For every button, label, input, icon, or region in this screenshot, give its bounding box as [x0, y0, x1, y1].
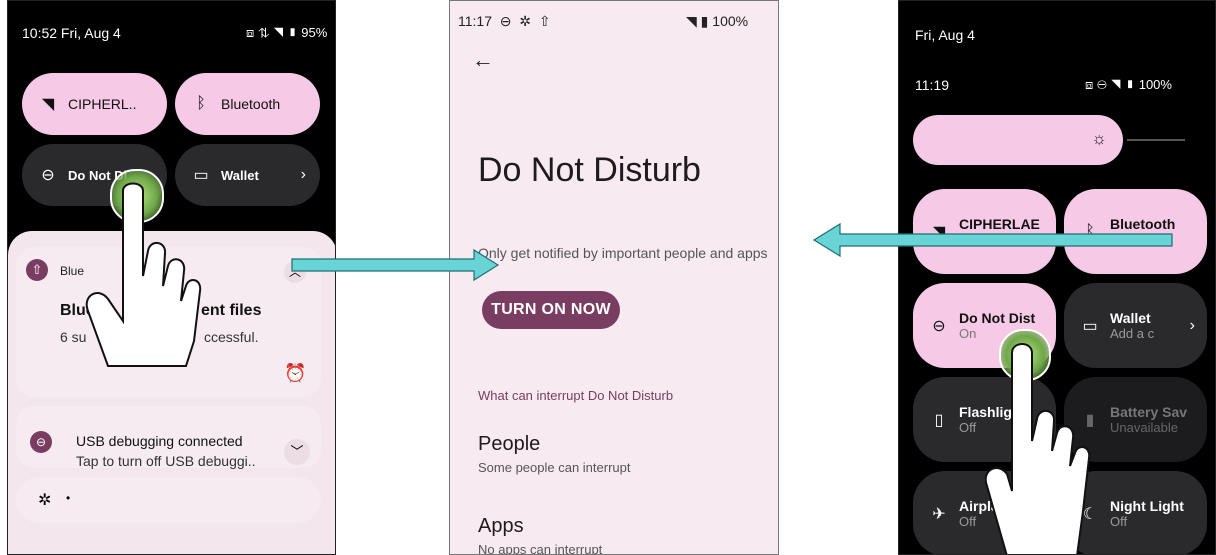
usb-icon: ⊖ — [30, 431, 52, 453]
wallet-tile-sub: Add a c — [1110, 326, 1155, 341]
dnd-icon: ⊖ — [41, 167, 55, 184]
status-bar-right: ◥ ▮ 100% — [686, 13, 748, 30]
section-header: What can interrupt Do Not Disturb — [478, 388, 674, 403]
status-bar-left: 11:17 ⊖ ✲ ⇧ — [458, 13, 551, 30]
airplane-icon: ✈ — [932, 505, 946, 523]
wifi-icon: ◥ — [41, 96, 55, 113]
status-time: 11:19 — [915, 77, 949, 93]
chevron-right-icon: › — [1189, 316, 1195, 334]
data-icon: ⇅ — [257, 25, 270, 40]
bluetooth-tile[interactable]: ᛒ Bluetooth — [175, 73, 320, 135]
usb-status-icon: ⊖ — [495, 13, 516, 29]
wifi-tile[interactable]: ◥ CIPHERL.. — [22, 73, 167, 135]
notification-title-right: ent files — [201, 302, 262, 319]
status-time: 11:17 — [458, 13, 492, 29]
status-time: 10:52 Fri, Aug 4 — [22, 25, 121, 41]
notification-body-right: ccessful. — [204, 329, 259, 345]
usb-debug-notification[interactable]: ⊖ USB debugging connected Tap to turn of… — [16, 406, 321, 469]
status-battery: 100% — [712, 13, 749, 29]
battery-icon: ▮ — [700, 13, 709, 29]
back-arrow-icon[interactable]: ← — [472, 47, 494, 73]
people-subtitle: Some people can interrupt — [478, 460, 631, 475]
status-icons: ⧈ ⇅ ◥ ▮ 95% — [246, 25, 327, 41]
notification-footer: ✲ • — [16, 477, 321, 523]
snooze-icon[interactable]: ⏰ — [284, 363, 306, 384]
brightness-track — [1127, 139, 1185, 141]
wifi-icon: ◥ — [273, 25, 284, 40]
dnd-tile-label: Do Not Dist — [959, 310, 1036, 326]
people-title: People — [478, 433, 541, 455]
expand-chevron-icon[interactable]: ﹀ — [284, 439, 310, 465]
dnd-icon: ⊖ — [932, 317, 946, 335]
wallet-icon: ▭ — [1082, 317, 1098, 335]
bluetooth-tile-label: Bluetooth — [221, 96, 281, 112]
wallet-tile-label: Wallet — [221, 167, 259, 183]
upload-icon: ⇧ — [26, 259, 48, 281]
vibrate-icon: ⧈ — [1085, 77, 1094, 92]
battery-icon: ▮ — [1124, 77, 1136, 92]
status-date: Fri, Aug 4 — [915, 27, 975, 43]
people-setting[interactable]: People Some people can interrupt — [478, 433, 630, 475]
wallet-tile-label: Wallet — [1110, 310, 1151, 326]
quick-settings-panel-1: 10:52 Fri, Aug 4 ⧈ ⇅ ◥ ▮ 95% ◥ CIPHERL..… — [7, 0, 336, 555]
status-battery: 100% — [1138, 77, 1172, 92]
upload-status-icon: ⇧ — [538, 13, 551, 29]
page-title: Do Not Disturb — [478, 151, 701, 189]
notification-title: USB debugging connected — [76, 433, 243, 449]
settings-gear-icon[interactable]: ✲ — [38, 490, 51, 510]
arrow-right-icon — [291, 248, 500, 282]
pointing-hand-icon — [85, 182, 202, 367]
brightness-icon: ☼ — [1091, 129, 1107, 148]
wifi-icon: ◥ — [686, 13, 697, 29]
turn-on-now-button[interactable]: TURN ON NOW — [482, 291, 620, 329]
settings-status-icon: ✲ — [519, 13, 535, 29]
wifi-tile-label: CIPHERL.. — [68, 96, 137, 112]
status-icons: ⧈ ⊖ ◥ ▮ 100% — [1085, 77, 1172, 93]
battery-icon: ▮ — [287, 25, 298, 40]
wifi-icon: ◥ — [1110, 77, 1122, 92]
footer-dot: • — [66, 491, 71, 505]
arrow-left-icon — [812, 222, 1173, 258]
dnd-status-icon: ⊖ — [1096, 77, 1108, 92]
bluetooth-icon: ᛒ — [196, 95, 206, 112]
flashlight-icon: ▯ — [934, 411, 944, 429]
apps-setting[interactable]: Apps No apps can interrupt — [478, 515, 603, 555]
apps-title: Apps — [478, 515, 524, 537]
vibrate-icon: ⧈ — [246, 25, 255, 40]
status-battery: 95% — [301, 25, 328, 40]
notification-body: Tap to turn off USB debuggi.. — [76, 453, 256, 469]
pointing-hand-icon — [984, 343, 1091, 554]
apps-subtitle: No apps can interrupt — [478, 542, 603, 555]
quick-settings-panel-3: Fri, Aug 4 11:19 ⧈ ⊖ ◥ ▮ 100% ☼ ◥ CIPHER… — [898, 0, 1216, 555]
chevron-right-icon: › — [300, 166, 306, 183]
page-subtitle: Only get notified by important people an… — [478, 245, 768, 261]
brightness-slider[interactable]: ☼ — [913, 115, 1123, 165]
